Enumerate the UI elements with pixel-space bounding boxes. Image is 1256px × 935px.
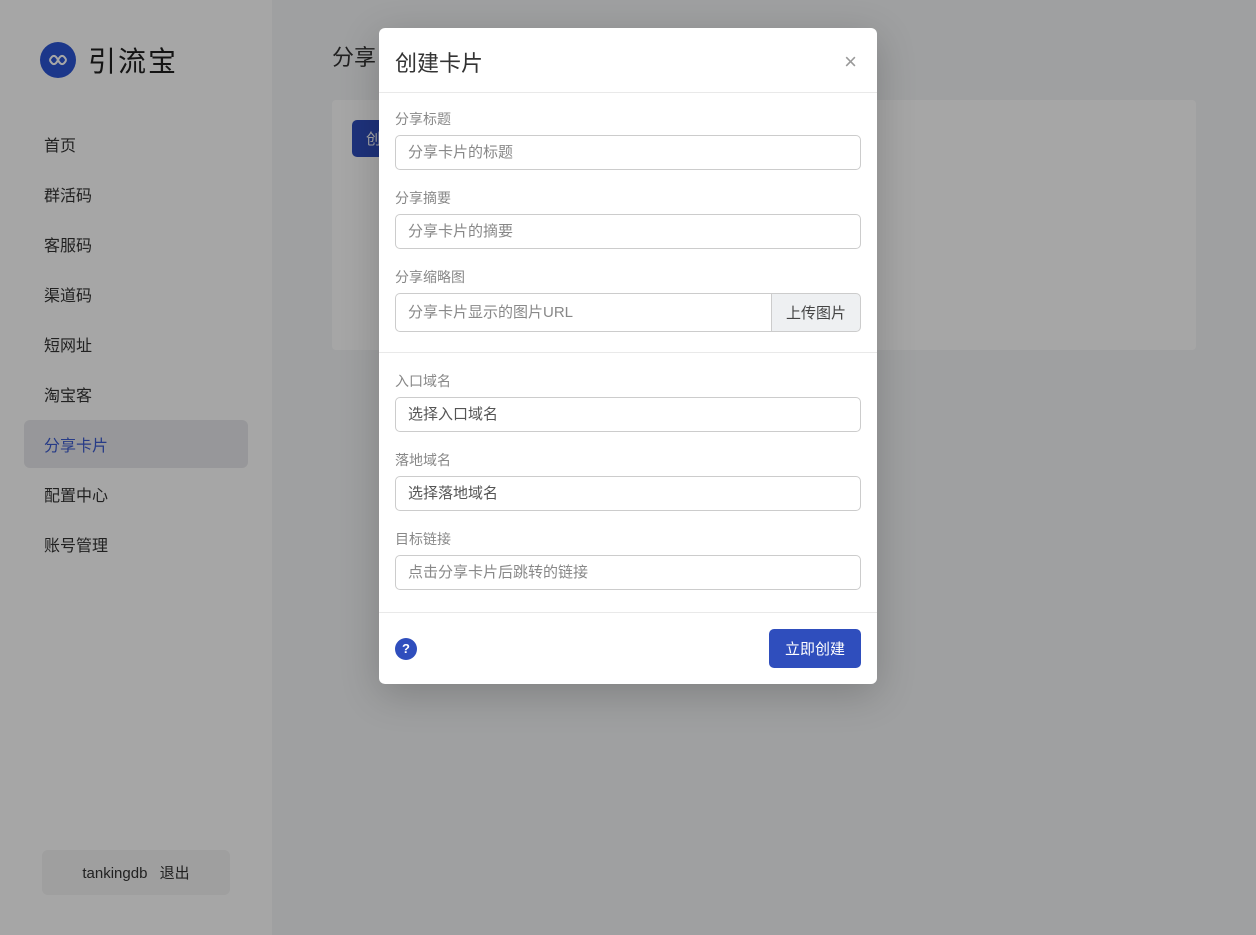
target-link-input[interactable] — [395, 555, 861, 590]
share-title-label: 分享标题 — [395, 109, 861, 129]
share-thumb-input-group: 上传图片 — [395, 293, 861, 332]
form-group-landing-domain: 落地域名 选择落地域名 — [395, 450, 861, 511]
modal-header: 创建卡片 × — [379, 28, 877, 93]
form-group-entry-domain: 入口域名 选择入口域名 — [395, 371, 861, 432]
form-group-target-link: 目标链接 — [395, 529, 861, 590]
share-summary-label: 分享摘要 — [395, 188, 861, 208]
landing-domain-select[interactable]: 选择落地域名 — [395, 476, 861, 511]
target-link-label: 目标链接 — [395, 529, 861, 549]
form-group-share-summary: 分享摘要 — [395, 188, 861, 249]
share-title-input[interactable] — [395, 135, 861, 170]
share-thumb-label: 分享缩略图 — [395, 267, 861, 287]
close-icon[interactable]: × — [840, 51, 861, 73]
landing-domain-label: 落地域名 — [395, 450, 861, 470]
form-group-share-title: 分享标题 — [395, 109, 861, 170]
share-summary-input[interactable] — [395, 214, 861, 249]
entry-domain-select[interactable]: 选择入口域名 — [395, 397, 861, 432]
modal-title: 创建卡片 — [395, 46, 483, 78]
help-icon[interactable]: ? — [395, 638, 417, 660]
upload-image-button[interactable]: 上传图片 — [771, 293, 861, 332]
modal-footer: ? 立即创建 — [379, 612, 877, 684]
share-thumb-input[interactable] — [395, 293, 771, 332]
entry-domain-label: 入口域名 — [395, 371, 861, 391]
form-group-share-thumb: 分享缩略图 上传图片 — [395, 267, 861, 332]
form-divider — [379, 352, 877, 353]
submit-button[interactable]: 立即创建 — [769, 629, 861, 668]
create-card-modal: 创建卡片 × 分享标题 分享摘要 分享缩略图 上传图片 入口域名 选择入口域名 — [379, 28, 877, 684]
modal-body: 分享标题 分享摘要 分享缩略图 上传图片 入口域名 选择入口域名 落地域名 选择… — [379, 93, 877, 612]
